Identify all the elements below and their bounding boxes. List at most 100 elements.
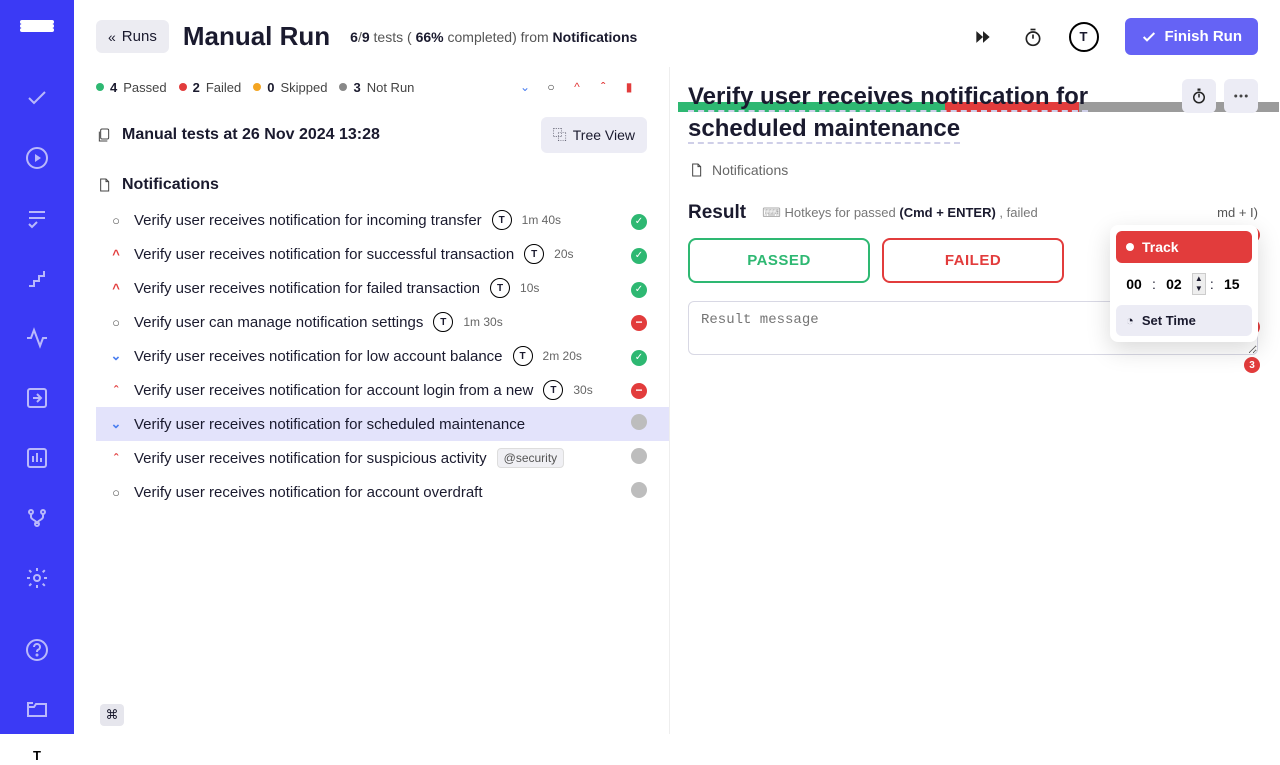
priority-icon: ^: [108, 247, 124, 262]
test-title: Verify user receives notification for su…: [134, 246, 514, 263]
priority-icon: ˆ: [108, 383, 124, 398]
test-status-icon: [631, 347, 647, 366]
nav-settings-icon[interactable]: [24, 566, 50, 590]
menu-icon[interactable]: [20, 20, 54, 32]
sidebar-nav: T: [0, 0, 74, 734]
test-duration: 2m 20s: [543, 349, 582, 363]
session-row: Manual tests at 26 Nov 2024 13:28 ⿻ Tree…: [96, 109, 669, 165]
priority-icon: ˆ: [108, 451, 124, 466]
content: 4 Passed 2 Failed 0 Skipped 3 Not Run ⌄ …: [74, 67, 1280, 734]
more-menu-button[interactable]: [1224, 79, 1258, 113]
page-title: Manual Run: [183, 21, 330, 52]
test-duration: 1m 30s: [463, 315, 502, 329]
document-icon: [688, 160, 704, 180]
test-status-icon: [631, 279, 647, 298]
detail-actions: [1182, 79, 1258, 113]
priority-icon: ○: [108, 213, 124, 228]
breadcrumb[interactable]: Notifications: [688, 160, 1258, 180]
command-key-hint[interactable]: ⌘: [100, 704, 124, 726]
test-status-icon: [631, 482, 647, 502]
test-status-icon: [631, 313, 647, 331]
nav-help-icon[interactable]: [24, 638, 50, 662]
stat-passed: 4 Passed: [96, 80, 167, 95]
stopwatch-button[interactable]: [1182, 79, 1216, 113]
failed-button[interactable]: FAILED: [882, 238, 1064, 283]
test-row[interactable]: ⌄Verify user receives notification for s…: [96, 407, 669, 441]
nav-steps-icon[interactable]: [24, 266, 50, 290]
minutes-spinner[interactable]: ▲▼: [1192, 273, 1206, 295]
back-label: Runs: [122, 28, 157, 45]
fast-forward-icon[interactable]: [969, 23, 997, 51]
test-status-icon: [631, 414, 647, 434]
tree-icon: ⿻: [553, 125, 567, 145]
left-pane: 4 Passed 2 Failed 0 Skipped 3 Not Run ⌄ …: [74, 67, 670, 734]
test-duration: 10s: [520, 281, 539, 295]
test-row[interactable]: ○Verify user receives notification for i…: [96, 203, 669, 237]
tree-view-button[interactable]: ⿻ Tree View: [541, 117, 647, 153]
hotkeys-tail: md + I): [1217, 205, 1258, 220]
assignee-icon: T: [543, 380, 563, 400]
filter-bookmark-icon[interactable]: ▮: [621, 79, 637, 95]
stat-failed: 2 Failed: [179, 80, 242, 95]
detail-title[interactable]: Verify user receives notification for sc…: [688, 83, 1088, 144]
seconds-input[interactable]: [1218, 276, 1246, 292]
chevron-left-double-icon: «: [108, 29, 116, 45]
nav-branch-icon[interactable]: [24, 506, 50, 530]
test-duration: 30s: [573, 383, 592, 397]
back-to-runs-button[interactable]: « Runs: [96, 20, 169, 53]
filter-down-icon[interactable]: ⌄: [517, 79, 533, 95]
test-row[interactable]: ^Verify user receives notification for f…: [96, 271, 669, 305]
main-area: « Runs Manual Run 6/9 tests ( 66% comple…: [74, 0, 1280, 734]
test-title: Verify user can manage notification sett…: [134, 314, 423, 331]
result-row: Result ⌨ Hotkeys for passed (Cmd + ENTER…: [688, 202, 1258, 224]
nav-activity-icon[interactable]: [24, 326, 50, 350]
stats-filter-icons: ⌄ ○ ^ ˆ ▮: [517, 79, 669, 95]
brand-outline-icon[interactable]: T: [1069, 22, 1099, 52]
filter-up2-icon[interactable]: ˆ: [595, 79, 611, 95]
test-row[interactable]: ⌄Verify user receives notification for l…: [96, 339, 669, 373]
topbar: « Runs Manual Run 6/9 tests ( 66% comple…: [74, 0, 1280, 67]
test-row[interactable]: ˆ Verify user receives notification for s…: [96, 441, 669, 475]
test-status-icon: [631, 245, 647, 264]
nav-chart-icon[interactable]: [24, 446, 50, 470]
clock-icon: ◔: [1126, 313, 1134, 328]
test-title: Verify user receives notification for su…: [134, 450, 487, 467]
test-title: Verify user receives notification for lo…: [134, 348, 503, 365]
hotkeys-hint: ⌨ Hotkeys for passed (Cmd + ENTER) , fai…: [762, 205, 1038, 221]
test-row[interactable]: ○ Verify user can manage notification set…: [96, 305, 669, 339]
test-title: Verify user receives notification for fa…: [134, 280, 480, 297]
minutes-input[interactable]: [1160, 276, 1188, 292]
stat-notrun: 3 Not Run: [339, 80, 414, 95]
nav-check-icon[interactable]: [24, 86, 50, 110]
timer-icon[interactable]: [1019, 23, 1047, 51]
test-row[interactable]: ˆ Verify user receives notification for a…: [96, 373, 669, 407]
priority-icon: ○: [108, 485, 124, 500]
nav-import-icon[interactable]: [24, 386, 50, 410]
passed-button[interactable]: PASSED: [688, 238, 870, 283]
priority-icon: ⌄: [108, 416, 124, 432]
time-inputs: : ▲▼ :: [1116, 263, 1252, 303]
copy-icon[interactable]: [96, 125, 112, 145]
brand-avatar[interactable]: T: [23, 746, 51, 765]
hours-input[interactable]: [1120, 276, 1148, 292]
nav-play-icon[interactable]: [24, 146, 50, 170]
tests-list: ○Verify user receives notification for i…: [96, 203, 669, 509]
group-header[interactable]: Notifications: [96, 165, 669, 203]
test-row[interactable]: ^ Verify user receives notification for s…: [96, 237, 669, 271]
filter-up1-icon[interactable]: ^: [569, 79, 585, 95]
test-title: Verify user receives notification for ac…: [134, 382, 533, 399]
finish-run-button[interactable]: Finish Run: [1125, 18, 1259, 55]
test-row[interactable]: ○Verify user receives notification for a…: [96, 475, 669, 509]
priority-icon: ○: [108, 315, 124, 330]
record-icon: [1126, 243, 1134, 251]
test-duration: 1m 40s: [522, 213, 561, 227]
nav-folders-icon[interactable]: [24, 698, 50, 722]
track-button[interactable]: Track: [1116, 231, 1252, 263]
set-time-button[interactable]: ◔ Set Time: [1116, 305, 1252, 336]
assignee-icon: T: [524, 244, 544, 264]
nav-checklist-icon[interactable]: [24, 206, 50, 230]
stats-row: 4 Passed 2 Failed 0 Skipped 3 Not Run ⌄ …: [96, 67, 669, 109]
filter-circle-icon[interactable]: ○: [543, 79, 559, 95]
test-duration: 20s: [554, 247, 573, 261]
document-icon: [96, 175, 112, 195]
